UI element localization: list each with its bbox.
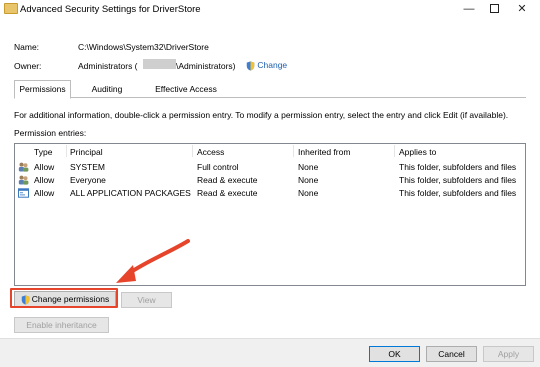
enable-inheritance-button[interactable]: Enable inheritance [14,317,109,333]
tab-permissions-label: Permissions [19,84,66,94]
owner-value-prefix: Administrators ( [78,61,138,71]
row-principal: ALL APPLICATION PACKAGES [70,188,191,198]
owner-value-suffix: \Administrators) [176,61,236,71]
ok-button[interactable]: OK [369,346,420,362]
row-applies: This folder, subfolders and files [399,175,517,185]
row-type: Allow [34,188,55,198]
app-package-icon [18,188,29,198]
row-principal: SYSTEM [70,162,105,172]
tab-permissions[interactable]: Permissions [14,80,71,99]
tab-effective-access[interactable]: Effective Access [145,82,227,98]
column-divider [66,145,67,157]
folder-icon [4,3,18,14]
table-row[interactable]: Allow SYSTEM Full control None This fold… [15,161,525,174]
column-inherited-from[interactable]: Inherited from [298,147,350,157]
annotation-highlight-box [10,288,118,308]
column-applies-to[interactable]: Applies to [399,147,436,157]
row-access: Read & execute [197,188,258,198]
table-row[interactable]: Allow Everyone Read & execute None This … [15,174,525,187]
row-applies: This folder, subfolders and files [399,188,517,198]
user-group-icon [18,162,29,172]
tab-auditing[interactable]: Auditing [72,82,142,98]
name-label: Name: [14,42,40,52]
list-header: Type Principal Access Inherited from App… [15,144,525,158]
user-group-icon [18,175,29,185]
permission-entries-list[interactable]: Type Principal Access Inherited from App… [14,143,526,286]
row-inherited: None [298,188,319,198]
cancel-button[interactable]: Cancel [426,346,477,362]
uac-shield-icon [246,61,255,71]
maximize-button[interactable] [480,0,508,18]
change-owner-link[interactable]: Change [246,60,287,71]
redacted-domain [143,59,176,69]
apply-button[interactable]: Apply [483,346,534,362]
row-access: Full control [197,162,239,172]
close-button[interactable]: ✕ [508,0,536,18]
row-type: Allow [34,175,55,185]
owner-label: Owner: [14,61,42,71]
row-inherited: None [298,175,319,185]
window-title: Advanced Security Settings for DriverSto… [20,4,201,15]
row-type: Allow [34,162,55,172]
maximize-icon [489,3,499,13]
column-divider [394,145,395,157]
column-principal[interactable]: Principal [70,147,103,157]
tab-effective-access-label: Effective Access [155,84,217,94]
row-principal: Everyone [70,175,106,185]
permission-entries-label: Permission entries: [14,128,87,138]
row-applies: This folder, subfolders and files [399,162,517,172]
name-value: C:\Windows\System32\DriverStore [78,42,209,52]
column-divider [293,145,294,157]
column-access[interactable]: Access [197,147,224,157]
table-row[interactable]: Allow ALL APPLICATION PACKAGES Read & ex… [15,187,525,200]
column-type[interactable]: Type [34,147,52,157]
minimize-button[interactable]: — [455,0,483,18]
view-button[interactable]: View [121,292,172,308]
title-bar: Advanced Security Settings for DriverSto… [0,0,540,18]
info-text: For additional information, double-click… [14,110,509,120]
row-inherited: None [298,162,319,172]
tab-auditing-label: Auditing [91,84,123,94]
row-access: Read & execute [197,175,258,185]
change-link-text[interactable]: Change [257,60,287,70]
tab-panel-border [14,97,526,98]
column-divider [192,145,193,157]
